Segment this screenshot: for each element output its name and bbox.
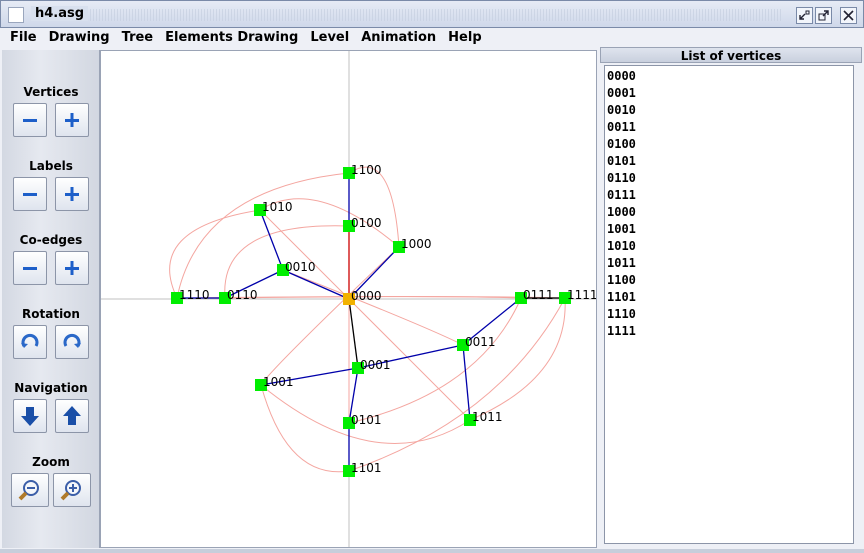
vertex-label: 0101 [351,413,382,427]
arrow-up-icon [63,406,81,425]
vertex-label: 1111 [567,288,596,302]
labels-label: Labels [29,159,73,173]
bottom-edge [0,549,864,553]
zoom-label: Zoom [32,455,70,469]
labels-decrease-button[interactable] [13,177,47,211]
plus-icon [65,113,79,127]
tree-edge [282,269,350,300]
plus-icon [65,261,79,275]
rotate-left-button[interactable] [13,325,47,359]
navigate-down-button[interactable] [13,399,47,433]
vertex-label: 0001 [360,358,391,372]
vertex-label: 0111 [523,288,554,302]
vertex-label: 1010 [262,200,293,214]
vertex-list-item[interactable]: 1100 [607,272,851,289]
tree-edge [462,344,471,421]
tree-edge [259,209,284,271]
navigate-up-button[interactable] [55,399,89,433]
rotation-label: Rotation [22,307,80,321]
vertex-list-item[interactable]: 0101 [607,153,851,170]
minimize-icon[interactable] [796,7,813,24]
menu-animation[interactable]: Animation [355,30,442,45]
vertex-list-item[interactable]: 0111 [607,187,851,204]
vertex-list-panel: List of vertices 0000 0001 0010 0011 010… [600,47,862,550]
vertex-list-item[interactable]: 1010 [607,238,851,255]
vertex-label: 1011 [472,410,503,424]
rotate-right-icon [63,333,81,348]
vertex-list[interactable]: 0000 0001 0010 0011 0100 0101 0110 0111 … [604,65,854,544]
coedges-increase-button[interactable] [55,251,89,285]
app-icon [8,7,24,23]
menu-bar: File Drawing Tree Elements Drawing Level… [0,28,864,47]
window-title: h4.asg [31,6,89,21]
vertex-label: 1000 [401,237,432,251]
navigation-group: Navigation [2,380,100,433]
coedges-group: Co-edges [2,232,100,285]
vertices-label: Vertices [23,85,79,99]
zoom-in-button[interactable] [53,473,91,507]
vertex-list-title: List of vertices [600,47,862,63]
vertex-list-item[interactable]: 0001 [607,85,851,102]
title-bar[interactable]: h4.asg [0,0,864,28]
vertex-list-item[interactable]: 1110 [607,306,851,323]
menu-tree[interactable]: Tree [116,30,159,45]
vertex-list-item[interactable]: 0110 [607,170,851,187]
arrow-down-icon [21,407,39,426]
vertex-list-item[interactable]: 1111 [607,323,851,340]
menu-file[interactable]: File [0,30,43,45]
vertex-list-item[interactable]: 0010 [607,102,851,119]
vertex-label: 0010 [285,260,316,274]
menu-level[interactable]: Level [304,30,355,45]
co-edge [348,166,400,248]
coedges-label: Co-edges [19,233,83,247]
co-edge [169,209,261,299]
graph-canvas[interactable]: 0000 0001 0010 0011 0100 0101 0110 0111 1000 1001… [100,50,597,548]
vertex-label: 0011 [465,335,496,349]
rotation-group: Rotation [2,306,100,359]
menu-drawing[interactable]: Drawing [43,30,116,45]
navigation-label: Navigation [14,381,88,395]
vertices-decrease-button[interactable] [13,103,47,137]
title-bar-texture [81,9,783,21]
vertex-label: 0100 [351,216,382,230]
close-icon[interactable] [840,7,857,24]
zoom-out-button[interactable] [11,473,49,507]
hypercube-graph[interactable]: 0000 0001 0010 0011 0100 0101 0110 0111 1000 1001… [101,51,596,547]
vertex-label: 1101 [351,461,382,475]
minus-icon [23,193,37,196]
vertices-group: Vertices [2,84,100,137]
vertex-list-item[interactable]: 0000 [607,68,851,85]
vertex-list-item[interactable]: 0100 [607,136,851,153]
coedges-decrease-button[interactable] [13,251,47,285]
co-edge [469,297,566,421]
rotate-left-icon [21,333,39,348]
tree-edge [348,298,359,369]
menu-elements-drawing[interactable]: Elements Drawing [159,30,304,45]
labels-group: Labels [2,158,100,211]
minus-icon [23,267,37,270]
vertex-label: 0000 [351,289,382,303]
vertex-list-item[interactable]: 1000 [607,204,851,221]
vertex-label: 1001 [263,375,294,389]
rotate-right-button[interactable] [55,325,89,359]
co-edge [260,384,350,473]
vertex-label: 1110 [179,288,210,302]
maximize-icon[interactable] [815,7,832,24]
labels-increase-button[interactable] [55,177,89,211]
vertex-list-item[interactable]: 1011 [607,255,851,272]
vertex-list-item[interactable]: 1001 [607,221,851,238]
vertex-label: 0110 [227,288,258,302]
plus-icon [65,187,79,201]
zoom-in-icon [60,480,81,501]
vertex-list-item[interactable]: 0011 [607,119,851,136]
zoom-group: Zoom [2,454,100,507]
vertex-label: 1100 [351,163,382,177]
minus-icon [23,119,37,122]
vertex-list-item[interactable]: 1101 [607,289,851,306]
menu-help[interactable]: Help [442,30,487,45]
vertices-increase-button[interactable] [55,103,89,137]
left-toolbar: Vertices Labels Co-edges Rotation Naviga… [2,50,100,548]
zoom-out-icon [18,480,39,501]
co-edge [348,297,566,472]
